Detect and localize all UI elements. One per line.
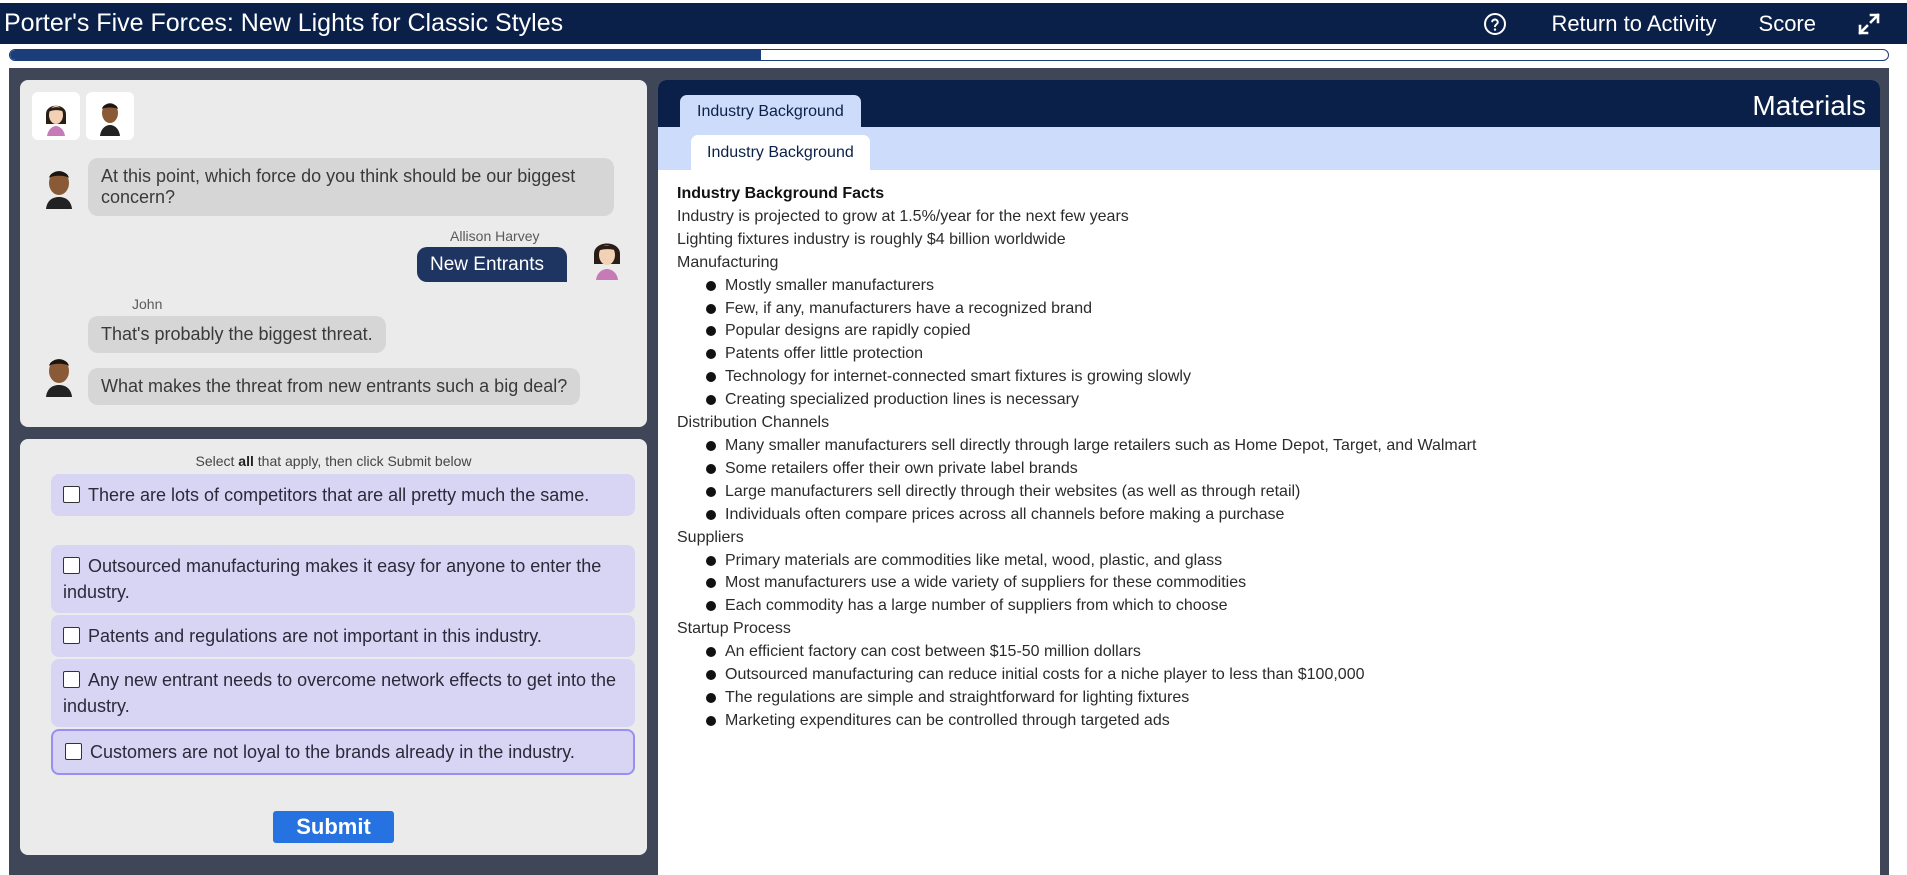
bullet-item: Creating specialized production lines is…	[677, 389, 1867, 412]
bullet-item: Popular designs are rapidly copied	[677, 320, 1867, 343]
answer-option[interactable]: Outsourced manufacturing makes it easy f…	[51, 545, 635, 613]
chat-message: That's probably the biggest threat.	[88, 316, 386, 353]
score-link[interactable]: Score	[1759, 11, 1816, 37]
avatar-male-icon	[100, 103, 120, 136]
participant-avatars	[32, 92, 134, 140]
checkbox[interactable]	[63, 671, 80, 688]
question-panel: Select all that apply, then click Submit…	[20, 439, 647, 855]
allison-avatar-icon	[594, 243, 620, 280]
chat-message: At this point, which force do you think …	[88, 158, 614, 216]
checkbox[interactable]	[63, 557, 80, 574]
tab-industry-background[interactable]: Industry Background	[680, 95, 861, 128]
top-bar: Porter's Five Forces: New Lights for Cla…	[0, 0, 1907, 44]
subtab-bar: Industry Background	[658, 127, 1880, 170]
bullet-item: Each commodity has a large number of sup…	[677, 595, 1867, 618]
bullet-item: Marketing expenditures can be controlled…	[677, 710, 1867, 733]
john-avatar-icon	[46, 359, 72, 397]
materials-panel: Industry Background Materials Industry B…	[658, 80, 1880, 875]
john-avatar-icon	[46, 171, 72, 209]
return-to-activity-link[interactable]: Return to Activity	[1551, 11, 1716, 37]
expand-icon[interactable]	[1858, 12, 1880, 35]
bullet-item: Most manufacturers use a wide variety of…	[677, 572, 1867, 595]
progress-fill	[10, 50, 762, 60]
bullet-item: An efficient factory can cost between $1…	[677, 641, 1867, 664]
top-actions: Return to Activity Score	[1483, 3, 1907, 44]
facts-title: Industry Background Facts	[677, 185, 885, 202]
bullet-item: Primary materials are commodities like m…	[677, 550, 1867, 573]
materials-content: Industry Background Facts Industry is pr…	[677, 183, 1867, 733]
materials-title: Materials	[1752, 90, 1866, 121]
chat-message-user: New Entrants	[417, 247, 567, 282]
bullet-item: Technology for internet-connected smart …	[677, 366, 1867, 389]
answer-option[interactable]: Any new entrant needs to overcome networ…	[51, 659, 635, 727]
answer-option[interactable]: Customers are not loyal to the brands al…	[51, 729, 635, 775]
instruction-text: Select all that apply, then click Submit…	[195, 453, 472, 469]
avatar-allison[interactable]	[32, 92, 80, 140]
checkbox[interactable]	[63, 627, 80, 644]
checkbox[interactable]	[65, 743, 82, 760]
checkbox[interactable]	[63, 486, 80, 503]
help-icon[interactable]	[1483, 12, 1507, 36]
avatar-john[interactable]	[86, 92, 134, 140]
bullet-item: Mostly smaller manufacturers	[677, 275, 1867, 298]
section-heading: Startup Process	[677, 620, 791, 638]
chat-panel: At this point, which force do you think …	[20, 80, 647, 427]
fact-line: Industry is projected to grow at 1.5%/ye…	[677, 207, 1129, 225]
bullet-item: Patents offer little protection	[677, 343, 1867, 366]
speaker-name-john: John	[132, 296, 163, 312]
progress-bar	[9, 49, 1889, 61]
bullet-item: Outsourced manufacturing can reduce init…	[677, 664, 1867, 687]
app-title: Porter's Five Forces: New Lights for Cla…	[4, 9, 564, 37]
speaker-name-allison: Allison Harvey	[450, 228, 540, 244]
bullet-item: Individuals often compare prices across …	[677, 504, 1867, 527]
avatar-female-icon	[46, 105, 66, 136]
answer-option[interactable]: Patents and regulations are not importan…	[51, 615, 635, 657]
bullet-item: Many smaller manufacturers sell directly…	[677, 435, 1867, 458]
section-heading: Manufacturing	[677, 253, 779, 271]
chat-message: What makes the threat from new entrants …	[88, 368, 581, 405]
bullet-item: The regulations are simple and straightf…	[677, 687, 1867, 710]
fact-line: Lighting fixtures industry is roughly $4…	[677, 230, 1066, 248]
section-heading: Suppliers	[677, 528, 744, 546]
subtab-industry-background[interactable]: Industry Background	[691, 135, 870, 170]
bullet-item: Few, if any, manufacturers have a recogn…	[677, 298, 1867, 321]
section-heading: Distribution Channels	[677, 414, 830, 432]
bullet-item: Large manufacturers sell directly throug…	[677, 481, 1867, 504]
materials-header: Industry Background Materials	[658, 80, 1880, 128]
answer-option[interactable]: There are lots of competitors that are a…	[51, 474, 635, 516]
submit-button[interactable]: Submit	[273, 811, 394, 843]
bullet-item: Some retailers offer their own private l…	[677, 458, 1867, 481]
